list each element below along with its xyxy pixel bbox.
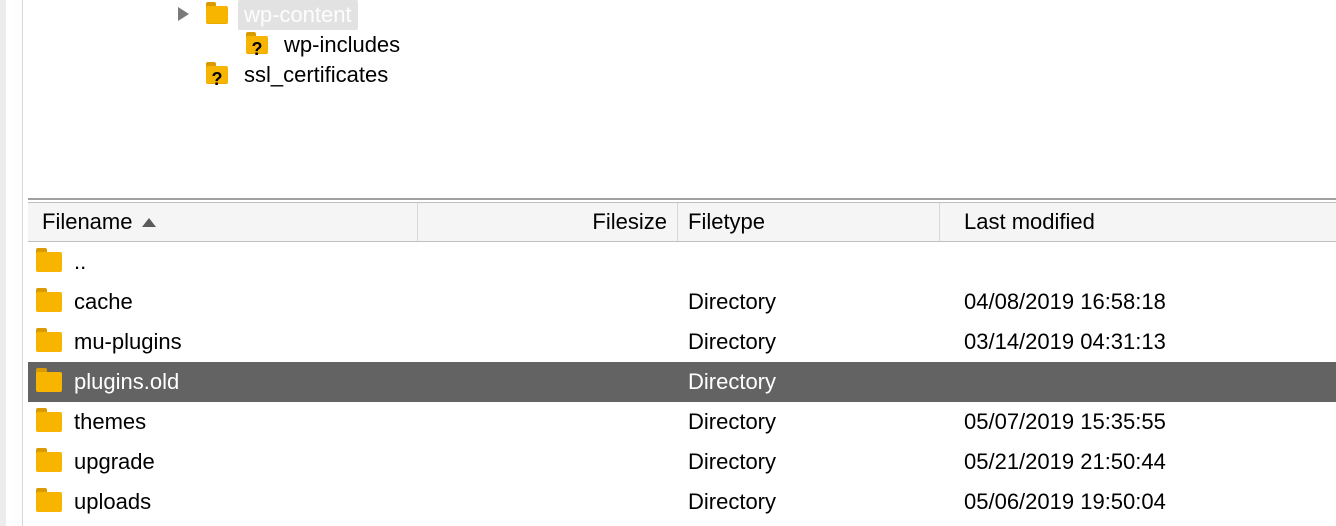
folder-icon: [36, 452, 62, 472]
cell-filetype: Directory: [678, 449, 940, 475]
disclosure-spacer: [218, 37, 234, 53]
tree-item[interactable]: wp-content: [28, 0, 1336, 30]
filetype-label: Directory: [688, 409, 776, 435]
file-list-row[interactable]: uploads Directory 05/06/2019 19:50:04: [28, 482, 1336, 522]
tree-item[interactable]: ? ssl_certificates: [28, 60, 1336, 90]
cell-filename: upgrade: [28, 449, 418, 475]
column-header-filesize-label: Filesize: [592, 209, 667, 235]
cell-filename: themes: [28, 409, 418, 435]
cell-last-modified: 04/08/2019 16:58:18: [940, 289, 1336, 315]
cell-filetype: Directory: [678, 409, 940, 435]
filetype-label: Directory: [688, 329, 776, 355]
tree-item-label: wp-includes: [278, 30, 406, 60]
unknown-folder-icon: ?: [246, 36, 268, 54]
cell-last-modified: 05/07/2019 15:35:55: [940, 409, 1336, 435]
column-header-filename-label: Filename: [42, 209, 132, 235]
filetype-label: Directory: [688, 449, 776, 475]
filetype-label: Directory: [688, 369, 776, 395]
folder-icon: [36, 332, 62, 352]
folder-tree-pane: wp-content? wp-includes? ssl_certificates: [28, 0, 1336, 200]
last-modified-label: 05/06/2019 19:50:04: [964, 489, 1166, 515]
filename-label: upgrade: [74, 449, 155, 475]
column-header-filetype-label: Filetype: [688, 209, 765, 235]
cell-last-modified: 03/14/2019 04:31:13: [940, 329, 1336, 355]
file-list-header: Filename Filesize Filetype Last modified: [28, 202, 1336, 242]
unknown-folder-icon: ?: [206, 66, 228, 84]
filename-label: mu-plugins: [74, 329, 182, 355]
column-header-filesize[interactable]: Filesize: [418, 203, 678, 241]
file-list-row[interactable]: cache Directory 04/08/2019 16:58:18: [28, 282, 1336, 322]
filetype-label: Directory: [688, 489, 776, 515]
cell-filename: mu-plugins: [28, 329, 418, 355]
column-header-last-modified[interactable]: Last modified: [940, 203, 1336, 241]
cell-filename: plugins.old: [28, 369, 418, 395]
filename-label: ..: [74, 249, 86, 275]
folder-icon: [36, 292, 62, 312]
folder-icon: [36, 372, 62, 392]
tree-item[interactable]: ? wp-includes: [28, 30, 1336, 60]
folder-icon: [36, 252, 62, 272]
cell-last-modified: 05/21/2019 21:50:44: [940, 449, 1336, 475]
last-modified-label: 03/14/2019 04:31:13: [964, 329, 1166, 355]
column-header-filetype[interactable]: Filetype: [678, 203, 940, 241]
cell-filetype: Directory: [678, 489, 940, 515]
filename-label: cache: [74, 289, 133, 315]
last-modified-label: 05/07/2019 15:35:55: [964, 409, 1166, 435]
file-list-pane: Filename Filesize Filetype Last modified…: [28, 202, 1336, 526]
sort-ascending-icon: [142, 218, 156, 227]
filetype-label: Directory: [688, 289, 776, 315]
disclosure-spacer: [178, 67, 194, 83]
column-header-filename[interactable]: Filename: [28, 203, 418, 241]
last-modified-label: 05/21/2019 21:50:44: [964, 449, 1166, 475]
folder-icon: [36, 412, 62, 432]
tree-item-label: wp-content: [238, 0, 358, 30]
cell-filename: ..: [28, 249, 418, 275]
filename-label: plugins.old: [74, 369, 179, 395]
filename-label: uploads: [74, 489, 151, 515]
file-list-row[interactable]: upgrade Directory 05/21/2019 21:50:44: [28, 442, 1336, 482]
filename-label: themes: [74, 409, 146, 435]
folder-icon: [36, 492, 62, 512]
file-list-row[interactable]: mu-plugins Directory 03/14/2019 04:31:13: [28, 322, 1336, 362]
file-list-row[interactable]: plugins.old Directory: [28, 362, 1336, 402]
cell-filename: cache: [28, 289, 418, 315]
cell-filetype: Directory: [678, 289, 940, 315]
file-list-row[interactable]: themes Directory 05/07/2019 15:35:55: [28, 402, 1336, 442]
last-modified-label: 04/08/2019 16:58:18: [964, 289, 1166, 315]
file-list-row[interactable]: ..: [28, 242, 1336, 282]
folder-icon: [206, 6, 228, 24]
cell-last-modified: 05/06/2019 19:50:04: [940, 489, 1336, 515]
cell-filetype: Directory: [678, 369, 940, 395]
tree-item-label: ssl_certificates: [238, 60, 394, 90]
cell-filename: uploads: [28, 489, 418, 515]
column-header-last-modified-label: Last modified: [964, 209, 1095, 235]
cell-filetype: Directory: [678, 329, 940, 355]
disclosure-triangle-icon[interactable]: [178, 7, 194, 23]
pane-gutter: [12, 0, 23, 526]
